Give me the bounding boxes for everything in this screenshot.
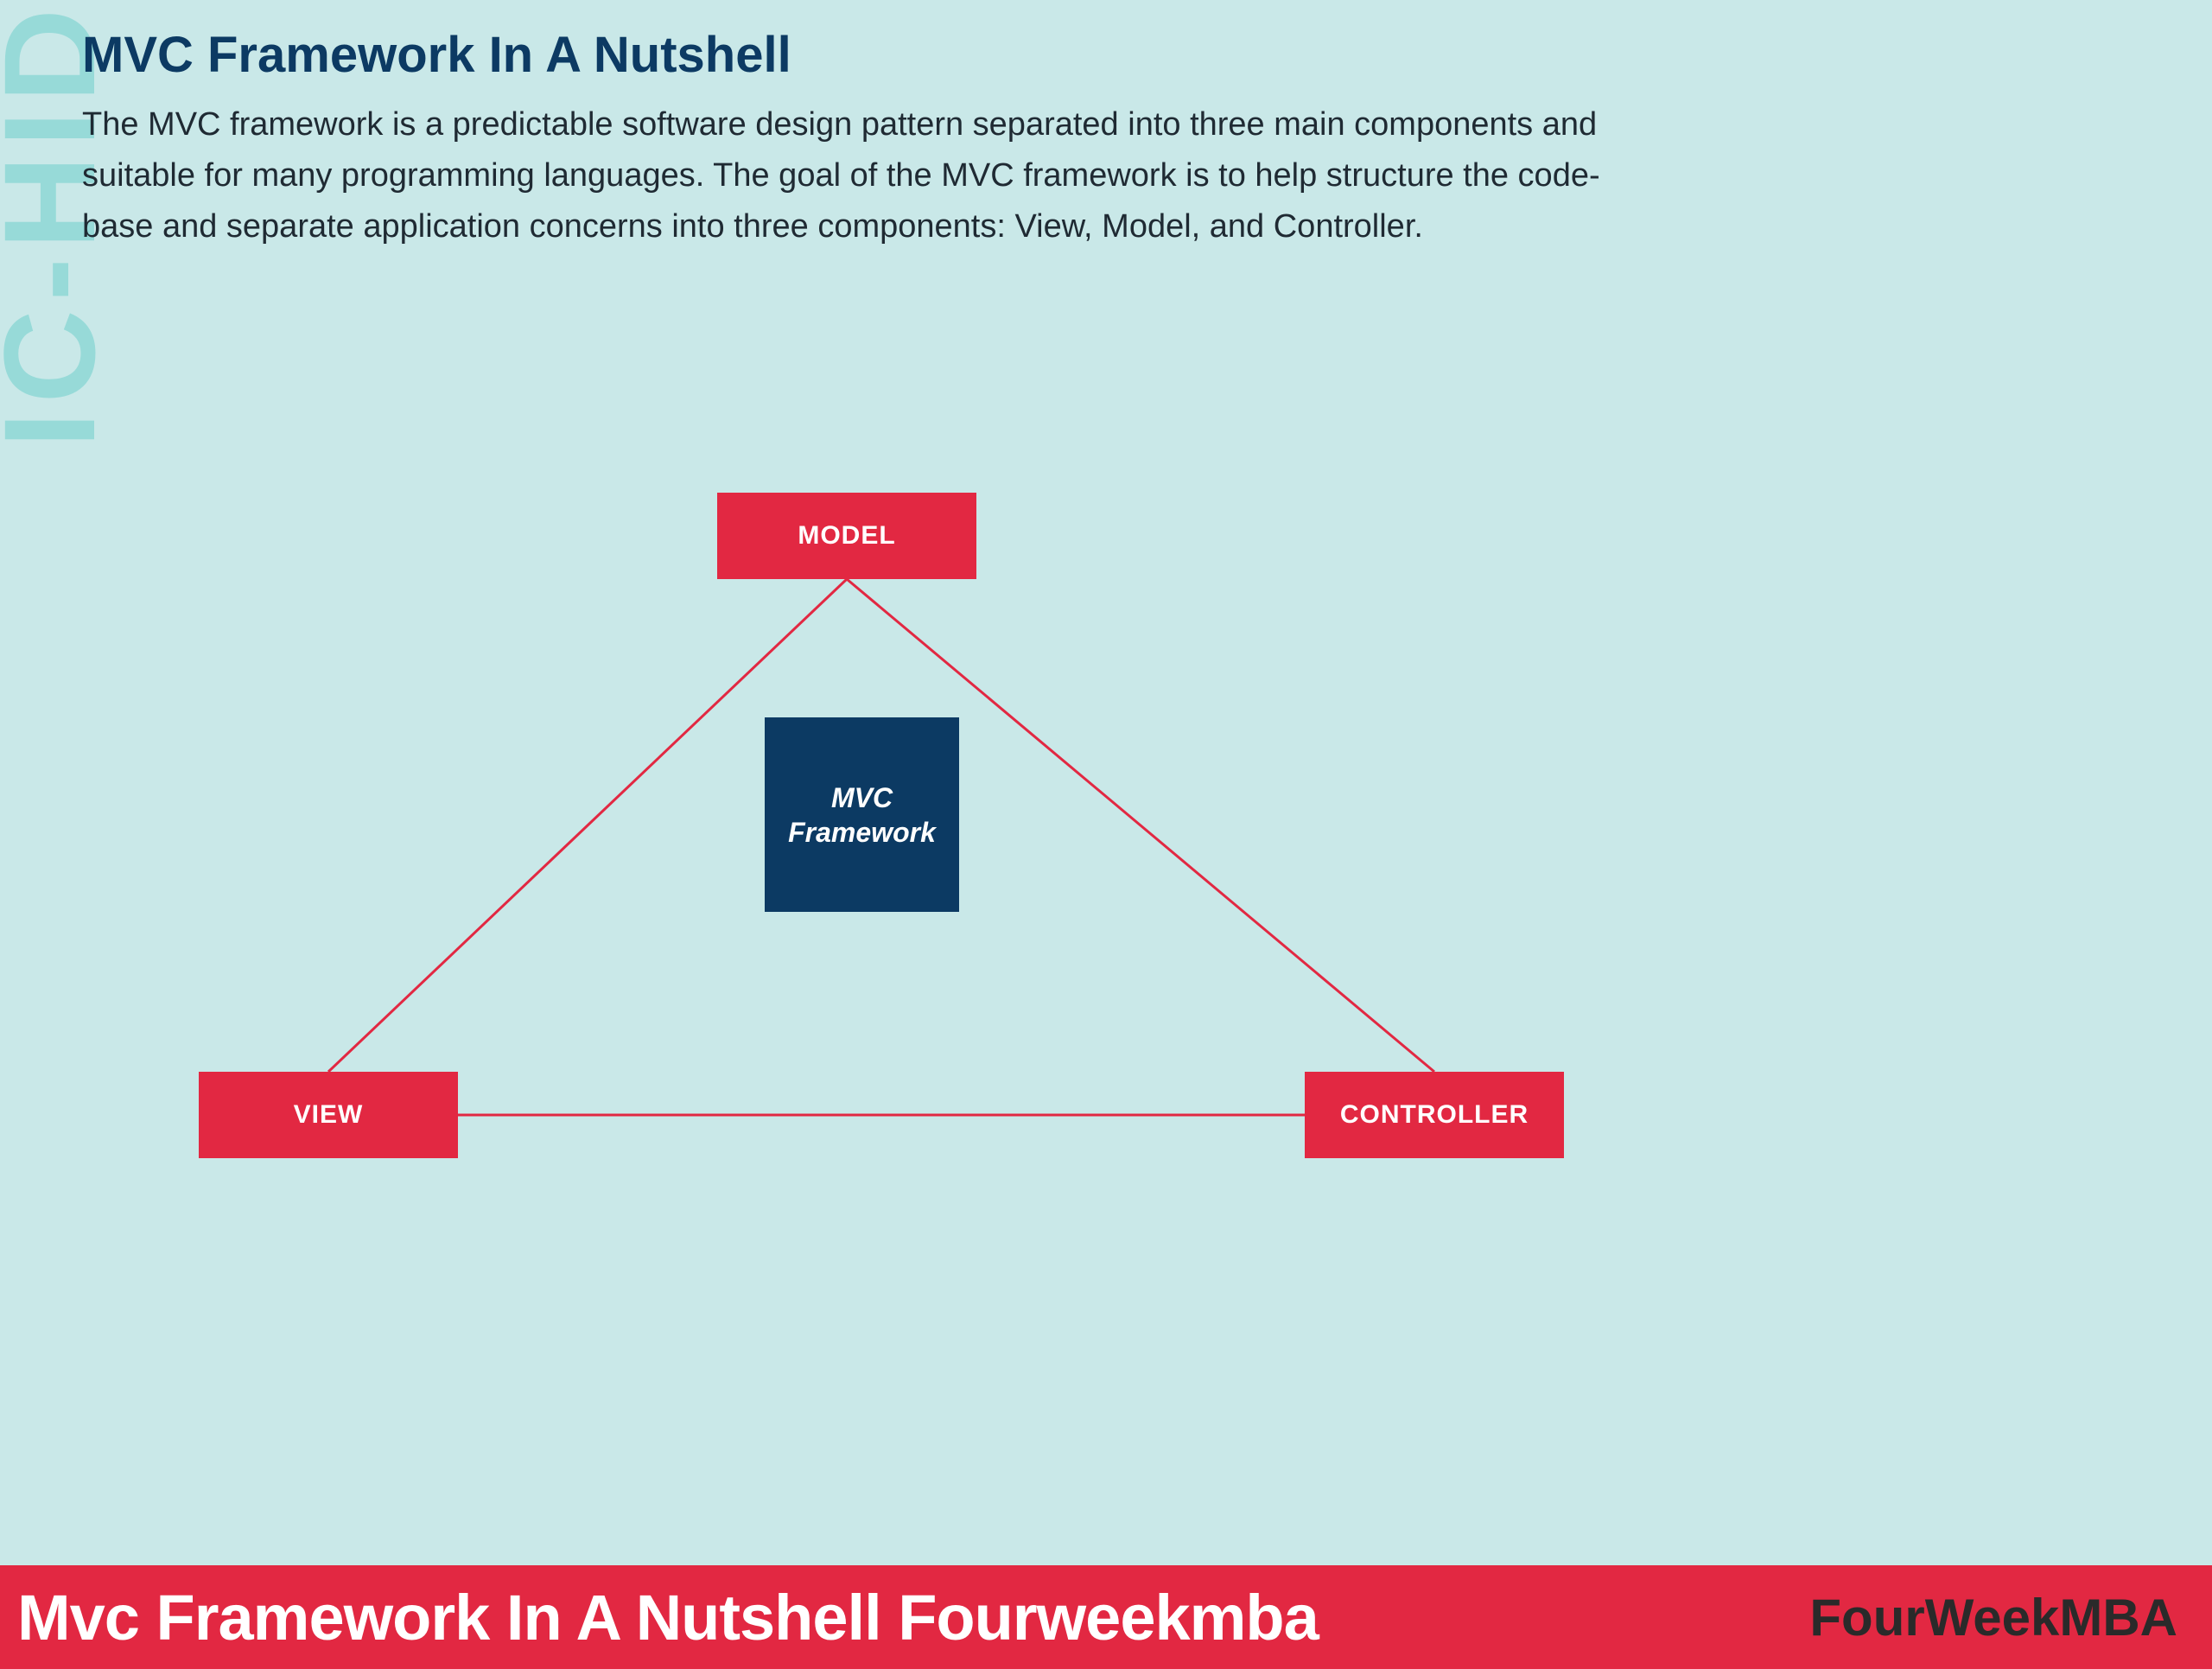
brand-watermark: FourWeekMBA	[1809, 1588, 2177, 1647]
node-view: VIEW	[199, 1072, 458, 1158]
center-label-line2: Framework	[788, 817, 936, 848]
node-controller: CONTROLLER	[1305, 1072, 1564, 1158]
page-description: The MVC framework is a predictable softw…	[82, 99, 1663, 252]
center-label: MVC Framework	[765, 717, 959, 912]
mvc-diagram: MODEL VIEW CONTROLLER MVC Framework	[0, 449, 1728, 1314]
node-model: MODEL	[717, 493, 976, 579]
center-label-line1: MVC	[831, 782, 893, 813]
content-area: MVC Framework In A Nutshell The MVC fram…	[82, 26, 2160, 252]
footer-banner-text: Mvc Framework In A Nutshell Fourweekmba	[17, 1581, 1319, 1654]
page-title: MVC Framework In A Nutshell	[82, 26, 2160, 84]
